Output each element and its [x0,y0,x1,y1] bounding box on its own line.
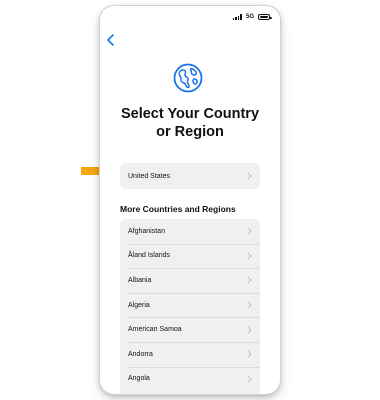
chevron-right-icon [247,172,252,180]
section-header: More Countries and Regions [120,204,236,214]
network-label: 5G [245,14,254,20]
chevron-right-icon [247,252,252,260]
country-label: American Samoa [128,326,182,334]
country-label: Algeria [128,301,150,309]
country-row-afghanistan[interactable]: Afghanistan [120,219,260,244]
chevron-right-icon [247,375,252,383]
country-row-aland-islands[interactable]: Åland Islands [120,243,260,269]
country-label: Afghanistan [128,227,165,235]
chevron-right-icon [247,227,252,235]
globe-icon [173,63,203,93]
selected-country-label: United States [128,172,171,180]
chevron-right-icon [247,350,252,358]
country-list: Afghanistan Åland Islands Albania Algeri… [120,219,260,394]
screen: 5G Select Your Country or Region United … [0,0,380,400]
page-title: Select Your Country or Region [120,106,260,140]
chevron-right-icon [247,276,252,284]
country-row-andorra[interactable]: Andorra [120,341,260,367]
country-row-american-samoa[interactable]: American Samoa [120,317,260,342]
country-label: Åland Islands [128,252,171,260]
signal-icon [232,14,242,20]
country-row-albania[interactable]: Albania [120,268,260,293]
country-row-angola[interactable]: Angola [120,366,260,392]
country-row-algeria[interactable]: Algeria [120,292,260,318]
country-label: Angola [128,375,150,383]
selected-country-row[interactable]: United States [120,163,260,189]
country-label: Albania [128,276,152,284]
chevron-right-icon [247,326,252,334]
chevron-right-icon [247,301,252,309]
status-bar: 5G [232,12,272,22]
battery-icon [258,14,272,20]
chevron-left-icon [107,34,114,46]
country-label: Andorra [128,350,153,358]
phone-frame: 5G Select Your Country or Region United … [100,6,280,394]
back-button[interactable] [104,32,118,48]
